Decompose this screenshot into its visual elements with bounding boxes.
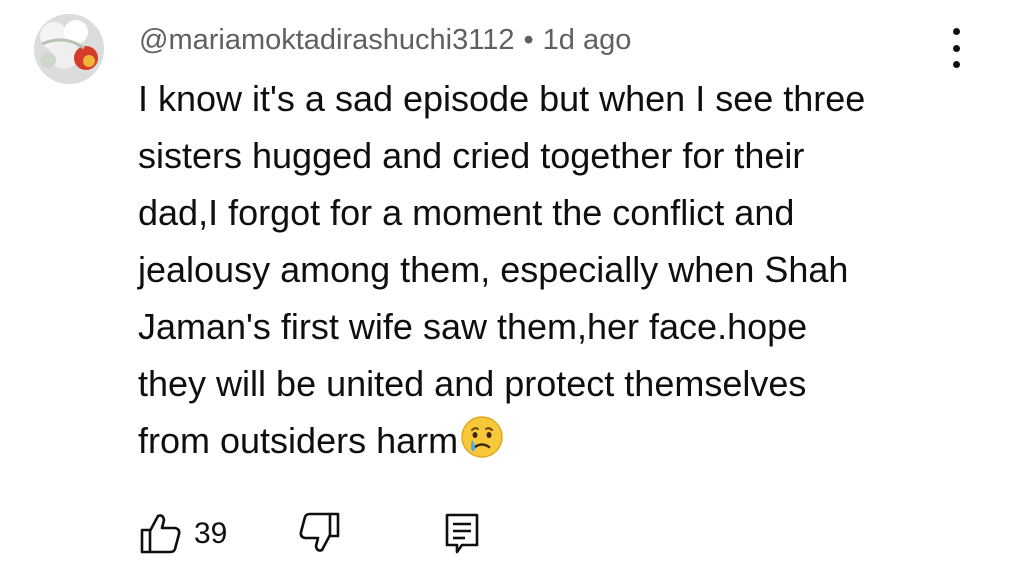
like-count: 39: [194, 517, 228, 550]
comment-timestamp[interactable]: 1d ago: [543, 24, 632, 56]
comment-line: dad,I forgot for a moment the conflict a…: [138, 192, 795, 233]
thumbs-down-icon[interactable]: [298, 510, 342, 556]
menu-dot: [952, 28, 960, 35]
crying-face-emoji: [460, 415, 504, 475]
comment-line: jealousy among them, especially when Sha…: [138, 249, 849, 290]
comment-line: from outsiders harm: [138, 420, 459, 461]
menu-dot: [952, 44, 960, 52]
comment-line: I know it's a sad episode but when I see…: [138, 78, 866, 119]
comment-header: @mariamoktadirashuchi3112 • 1d ago: [139, 22, 631, 58]
avatar[interactable]: [34, 14, 104, 84]
more-vertical-icon[interactable]: [944, 28, 968, 68]
menu-dot: [952, 61, 960, 68]
author-handle[interactable]: @mariamoktadirashuchi3112: [139, 24, 514, 56]
reply-comment-icon[interactable]: [440, 510, 484, 556]
comment-line: Jaman's first wife saw them,her face.hop…: [138, 306, 808, 347]
comment-last-line: from outsiders harm: [138, 412, 998, 475]
thumbs-up-icon[interactable]: [138, 510, 182, 556]
meta-separator: •: [523, 24, 534, 56]
comment-line: they will be united and protect themselv…: [138, 363, 807, 404]
comment-line: sisters hugged and cried together for th…: [138, 135, 805, 176]
comment-text: I know it's a sad episode but when I see…: [138, 70, 998, 475]
